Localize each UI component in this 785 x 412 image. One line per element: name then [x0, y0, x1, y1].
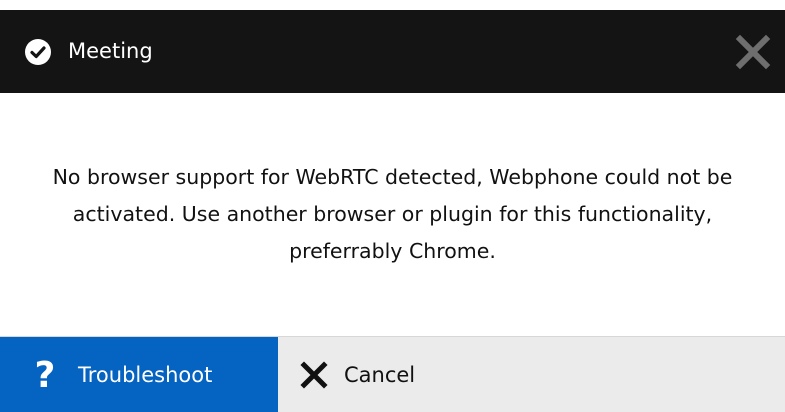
dialog-body: No browser support for WebRTC detected, …: [0, 93, 785, 336]
troubleshoot-button[interactable]: ? Troubleshoot: [0, 337, 278, 412]
close-icon[interactable]: [735, 34, 771, 70]
meeting-dialog: Meeting No browser support for WebRTC de…: [0, 0, 785, 412]
cancel-label: Cancel: [344, 363, 416, 387]
check-circle-icon: [25, 39, 51, 65]
troubleshoot-label: Troubleshoot: [78, 363, 213, 387]
x-icon: [300, 361, 328, 389]
error-message: No browser support for WebRTC detected, …: [52, 165, 733, 263]
dialog-footer: ? Troubleshoot Cancel: [0, 336, 785, 412]
dialog-title: Meeting: [68, 39, 153, 63]
dialog-titlebar: Meeting: [0, 10, 785, 93]
question-icon: ?: [34, 355, 56, 396]
cancel-button[interactable]: Cancel: [278, 337, 438, 412]
